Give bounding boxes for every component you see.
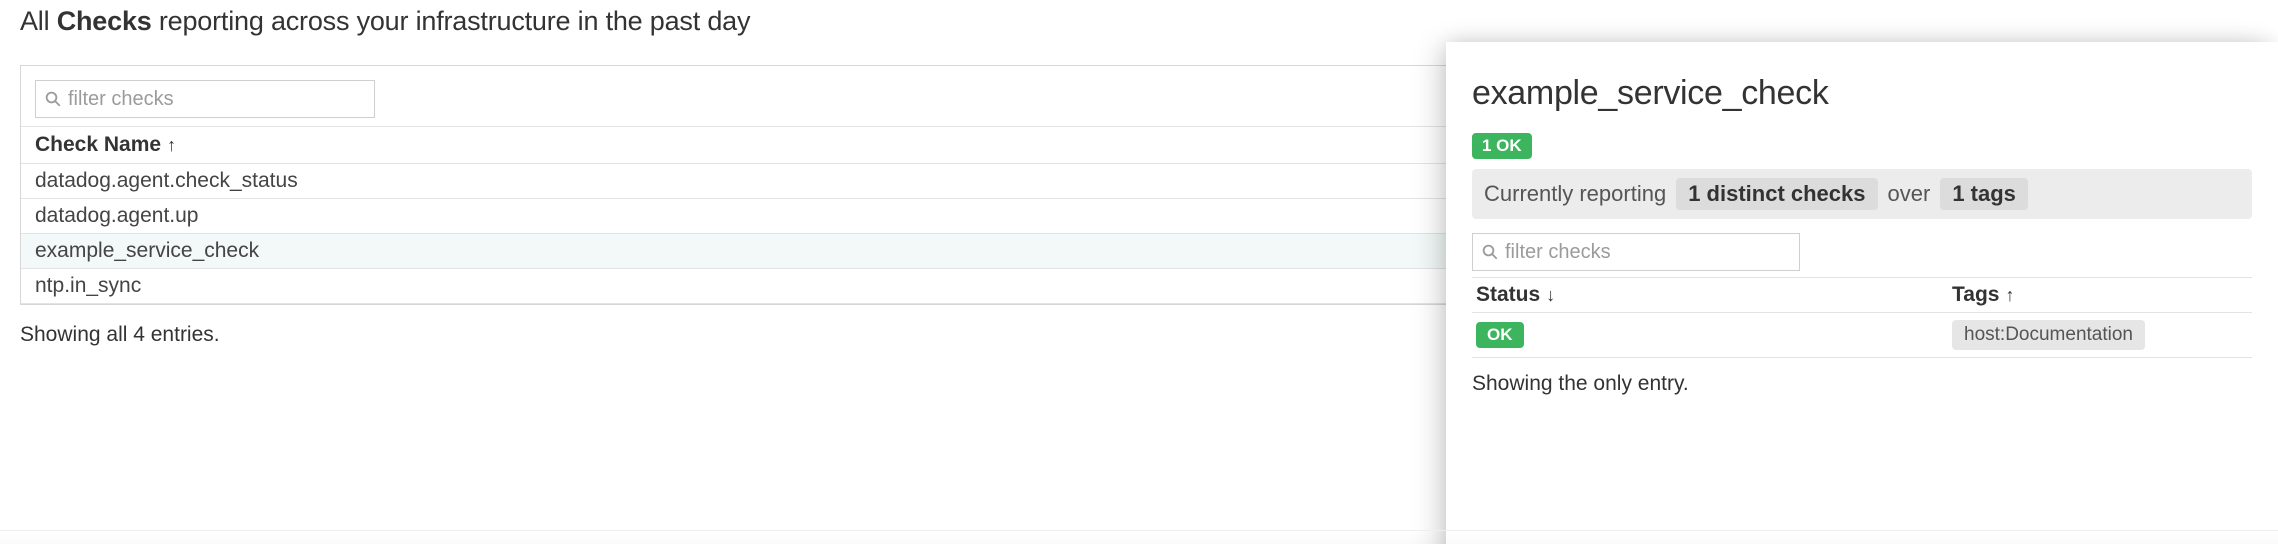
- tags-count-pill: 1 tags: [1940, 178, 2028, 210]
- tags-column-header[interactable]: Tags ↑: [1952, 283, 2248, 307]
- check-name-column-header[interactable]: Check Name ↑: [35, 133, 176, 157]
- reporting-prefix: Currently reporting: [1484, 181, 1666, 207]
- heading-bold: Checks: [57, 6, 152, 36]
- detail-filter-input-box[interactable]: [1472, 233, 1800, 271]
- detail-table-header: Status ↓ Tags ↑: [1472, 277, 2252, 313]
- status-header-text: Status: [1476, 283, 1540, 307]
- search-icon: [44, 90, 62, 108]
- reporting-over: over: [1888, 181, 1931, 207]
- status-badge: 1 OK: [1472, 133, 1532, 159]
- filter-checks-input-box[interactable]: [35, 80, 375, 118]
- detail-filter-input[interactable]: [1499, 241, 1791, 264]
- heading-prefix: All: [20, 6, 57, 36]
- detail-title: example_service_check: [1472, 74, 2252, 113]
- bottom-divider: [0, 530, 2278, 544]
- status-ok-badge: OK: [1476, 322, 1524, 348]
- reporting-summary-bar: Currently reporting 1 distinct checks ov…: [1472, 169, 2252, 219]
- detail-entries-summary: Showing the only entry.: [1472, 358, 2252, 396]
- detail-row[interactable]: OK host:Documentation: [1472, 313, 2252, 358]
- status-column-header[interactable]: Status ↓: [1476, 283, 1952, 307]
- heading-suffix: reporting across your infrastructure in …: [152, 6, 751, 36]
- sort-asc-icon: ↑: [167, 135, 176, 156]
- page-title: All Checks reporting across your infrast…: [20, 6, 2258, 37]
- sort-desc-icon: ↓: [1546, 285, 1555, 306]
- search-icon: [1481, 243, 1499, 261]
- tags-cell: host:Documentation: [1952, 320, 2248, 350]
- filter-checks-input[interactable]: [62, 88, 366, 111]
- tags-label: tags: [1965, 181, 2016, 206]
- tags-header-text: Tags: [1952, 283, 1999, 307]
- status-cell: OK: [1476, 322, 1952, 348]
- detail-filter-wrap: [1472, 233, 2252, 271]
- sort-asc-icon: ↑: [2005, 285, 2014, 306]
- tags-count: 1: [1952, 181, 1964, 206]
- distinct-count: 1: [1688, 181, 1700, 206]
- tag-chip[interactable]: host:Documentation: [1952, 320, 2145, 350]
- distinct-label: distinct checks: [1700, 181, 1865, 206]
- check-name-header-text: Check Name: [35, 133, 161, 157]
- distinct-checks-pill: 1 distinct checks: [1676, 178, 1877, 210]
- detail-panel: example_service_check 1 OK Currently rep…: [1446, 42, 2278, 544]
